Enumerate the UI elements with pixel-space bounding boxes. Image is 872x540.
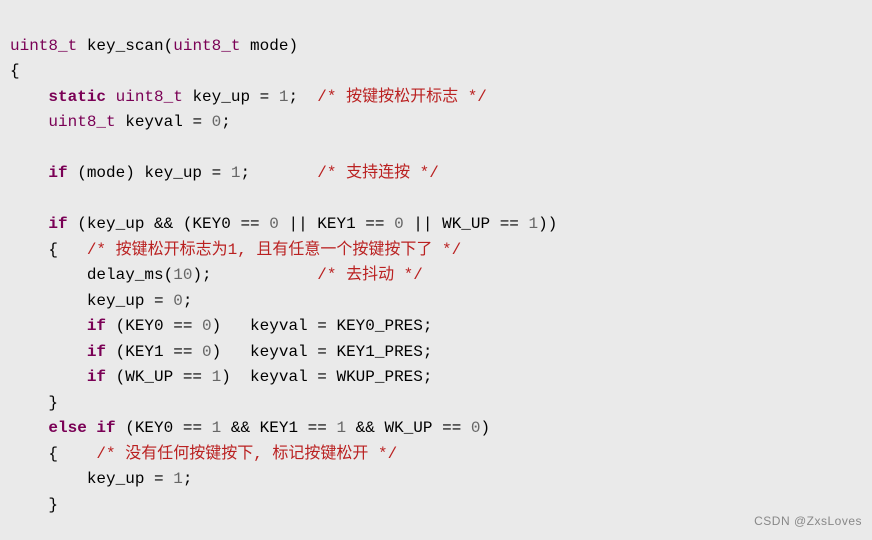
close-brace: } bbox=[10, 496, 58, 514]
fn-name: key_scan( bbox=[77, 37, 173, 55]
type-u8: uint8_t bbox=[116, 88, 183, 106]
semi: ; bbox=[183, 292, 193, 310]
type-u8: uint8_t bbox=[48, 113, 115, 131]
expr: (KEY0 == bbox=[106, 317, 202, 335]
open-brace: { bbox=[10, 62, 20, 80]
close-brace: } bbox=[10, 394, 58, 412]
indent bbox=[10, 343, 87, 361]
num: 0 bbox=[269, 215, 279, 233]
semi: ; bbox=[183, 470, 193, 488]
expr: && KEY1 == bbox=[221, 419, 336, 437]
num: 0 bbox=[212, 113, 222, 131]
num: 1 bbox=[173, 470, 183, 488]
code-block: uint8_t key_scan(uint8_t mode) { static … bbox=[0, 0, 872, 540]
comment: /* 没有任何按键按下, 标记按键松开 */ bbox=[96, 445, 397, 463]
num: 1 bbox=[231, 164, 241, 182]
num: 10 bbox=[173, 266, 192, 284]
kw-if: if bbox=[48, 164, 67, 182]
rest: ); bbox=[192, 266, 317, 284]
indent bbox=[10, 215, 48, 233]
comment: /* 按键松开标志为1, 且有任意一个按键按下了 */ bbox=[87, 241, 461, 259]
decl: key_up = bbox=[183, 88, 279, 106]
indent bbox=[10, 368, 87, 386]
expr: ) bbox=[481, 419, 491, 437]
return-type: uint8_t bbox=[10, 37, 77, 55]
space bbox=[87, 419, 97, 437]
num: 1 bbox=[529, 215, 539, 233]
indent bbox=[10, 88, 48, 106]
num: 0 bbox=[394, 215, 404, 233]
kw-if: if bbox=[96, 419, 115, 437]
rest: ) keyval = WKUP_PRES; bbox=[221, 368, 432, 386]
semi: ; bbox=[240, 164, 317, 182]
call: delay_ms( bbox=[10, 266, 173, 284]
num: 0 bbox=[173, 292, 183, 310]
expr: && WK_UP == bbox=[346, 419, 471, 437]
num: 0 bbox=[202, 343, 212, 361]
watermark: CSDN @ZxsLoves bbox=[754, 509, 862, 535]
expr: (KEY1 == bbox=[106, 343, 202, 361]
expr: )) bbox=[538, 215, 557, 233]
param-rest: mode) bbox=[240, 37, 298, 55]
expr: (key_up && (KEY0 == bbox=[68, 215, 270, 233]
expr: || WK_UP == bbox=[404, 215, 529, 233]
open-brace: { bbox=[10, 241, 87, 259]
semi: ; bbox=[288, 88, 317, 106]
num: 1 bbox=[212, 419, 222, 437]
expr: (mode) key_up = bbox=[68, 164, 231, 182]
param-type: uint8_t bbox=[173, 37, 240, 55]
indent bbox=[10, 317, 87, 335]
expr: || KEY1 == bbox=[279, 215, 394, 233]
indent bbox=[10, 164, 48, 182]
rest: ) keyval = KEY1_PRES; bbox=[212, 343, 433, 361]
num: 1 bbox=[212, 368, 222, 386]
comment: /* 去抖动 */ bbox=[317, 266, 423, 284]
assign: key_up = bbox=[10, 470, 173, 488]
comment: /* 支持连按 */ bbox=[317, 164, 439, 182]
indent bbox=[10, 419, 48, 437]
decl: keyval = bbox=[116, 113, 212, 131]
indent bbox=[10, 113, 48, 131]
kw-if: if bbox=[87, 317, 106, 335]
kw-if: if bbox=[87, 368, 106, 386]
comment: /* 按键按松开标志 */ bbox=[317, 88, 487, 106]
semi: ; bbox=[221, 113, 231, 131]
kw-static: static bbox=[48, 88, 106, 106]
kw-if: if bbox=[48, 215, 67, 233]
kw-if: if bbox=[87, 343, 106, 361]
num: 0 bbox=[202, 317, 212, 335]
assign: key_up = bbox=[10, 292, 173, 310]
expr: (WK_UP == bbox=[106, 368, 212, 386]
kw-else: else bbox=[48, 419, 86, 437]
num: 0 bbox=[471, 419, 481, 437]
open-brace: { bbox=[10, 445, 96, 463]
expr: (KEY0 == bbox=[116, 419, 212, 437]
rest: ) keyval = KEY0_PRES; bbox=[212, 317, 433, 335]
num: 1 bbox=[336, 419, 346, 437]
space bbox=[106, 88, 116, 106]
